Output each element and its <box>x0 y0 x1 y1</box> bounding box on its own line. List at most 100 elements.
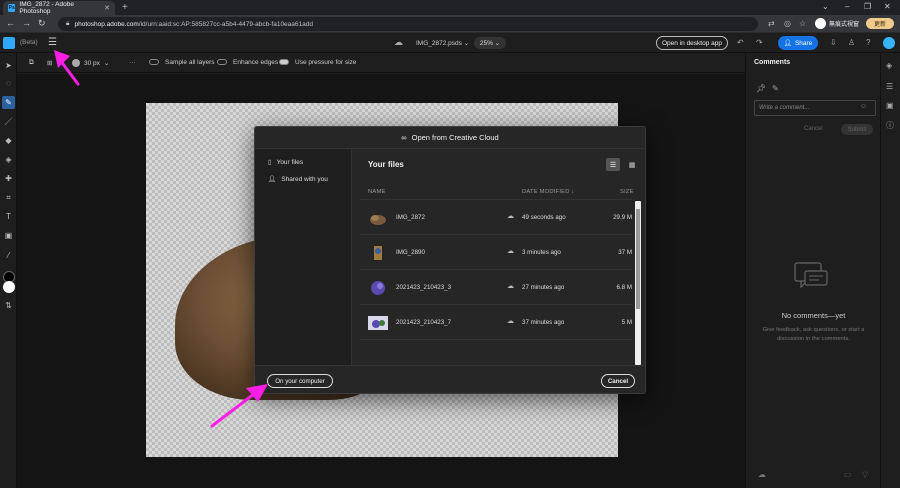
document-name[interactable]: IMG_2872.psds ⌄ <box>416 39 469 47</box>
comment-cancel-button[interactable]: Cancel <box>804 126 823 132</box>
nav-your-files[interactable]: ▯ Your files <box>268 158 303 167</box>
comments-title: Comments <box>754 59 791 66</box>
url-path: /id/urn:aaid:sc:AP:585827cc-a5b4-4479-ab… <box>138 20 313 28</box>
pencil-icon[interactable]: ✎ <box>772 84 779 93</box>
cloud-synced-icon: ☁ <box>507 213 514 220</box>
dialog-cancel-button[interactable]: Cancel <box>601 374 635 388</box>
cloud-icon: ☁ <box>394 37 403 47</box>
comment-input[interactable]: Write a comment... <box>754 100 876 116</box>
download-icon[interactable]: ⇩ <box>830 38 837 47</box>
properties-panel-icon[interactable]: ☰ <box>886 82 893 91</box>
tool-options-bar: ⧉ ⊞ 30 px ⌄ ··· Sample all layers Enhanc… <box>17 53 745 73</box>
enhance-edges-label: Enhance edges <box>233 59 279 66</box>
tab-title: IMG_2872 - Adobe Photoshop <box>19 1 74 15</box>
comments-empty-icon <box>794 262 828 289</box>
cloud-synced-icon: ☁ <box>507 283 514 290</box>
cloud-status-icon: ☁ <box>758 470 766 479</box>
cloud-synced-icon: ☁ <box>507 248 514 255</box>
layers-panel-icon[interactable]: ◈ <box>886 61 892 70</box>
column-date-modified[interactable]: DATE MODIFIED ↓ <box>522 189 575 195</box>
move-tool-icon[interactable]: ➤ <box>2 59 15 72</box>
forward-icon[interactable]: → <box>22 18 31 28</box>
right-rail: ◈ ☰ ▣ ⓘ <box>880 53 900 488</box>
pin-icon[interactable]: 📌︎ <box>756 84 766 93</box>
eye-off-icon[interactable]: ◎ <box>784 19 791 28</box>
swap-colors-icon[interactable]: ⇅ <box>2 299 15 312</box>
close-window-icon[interactable]: ✕ <box>884 2 891 11</box>
file-list-scrollbar[interactable] <box>635 201 641 365</box>
open-in-desktop-button[interactable]: Open in desktop app <box>656 36 728 50</box>
translate-icon[interactable]: ⇄ <box>768 19 775 28</box>
incognito-avatar-icon <box>815 18 826 29</box>
file-row[interactable]: 2021423_210423_7 ☁ 37 minutes ago 5 M <box>360 304 632 339</box>
brush-dot-icon <box>72 59 80 67</box>
more-icon[interactable]: ··· <box>129 59 136 66</box>
fill-tool-icon[interactable]: ◈ <box>2 153 15 166</box>
layers-icon[interactable]: ⧉ <box>29 59 34 67</box>
sample-all-layers-toggle[interactable] <box>149 59 159 65</box>
photoshop-favicon-icon: Ps <box>8 4 16 12</box>
redo-icon[interactable]: ↷ <box>756 38 763 47</box>
hamburger-menu-icon[interactable]: ☰ <box>48 37 57 48</box>
new-tab-icon[interactable]: + <box>122 2 128 13</box>
on-your-computer-button[interactable]: On your computer <box>267 374 333 388</box>
brush-tool-icon[interactable]: ／ <box>2 115 15 128</box>
mode-icon[interactable]: ⊞ <box>47 59 52 67</box>
dialog-nav: ▯ Your files 👤︎ Shared with you <box>255 149 352 365</box>
quick-selection-tool-icon[interactable]: ✎ <box>2 96 15 109</box>
shared-user-icon: 👤︎ <box>268 176 277 183</box>
file-row[interactable]: 2021423_210423_3 ☁ 27 minutes ago 6.8 M <box>360 269 632 304</box>
emoji-icon[interactable]: ☺ <box>860 103 867 110</box>
bookmark-star-icon[interactable]: ☆ <box>799 19 806 28</box>
beta-label: (Beta) <box>20 39 38 46</box>
nav-shared-with-you[interactable]: 👤︎ Shared with you <box>268 175 328 184</box>
creative-cloud-icon: ∞ <box>401 133 407 142</box>
comment-submit-button[interactable]: Submit <box>841 124 873 135</box>
lasso-tool-icon[interactable]: ◌ <box>2 77 15 90</box>
comments-panel-icon[interactable]: ▣ <box>886 101 894 110</box>
info-panel-icon[interactable]: ⓘ <box>886 120 894 131</box>
reload-icon[interactable]: ↻ <box>38 18 46 29</box>
dialog-header: ∞ Open from Creative Cloud <box>255 127 645 149</box>
column-name[interactable]: NAME <box>368 189 386 195</box>
back-icon[interactable]: ← <box>6 18 15 28</box>
share-button[interactable]: 👤︎ Share <box>778 36 818 50</box>
lock-icon: 🔒︎ <box>66 20 70 27</box>
minimize-icon[interactable]: – <box>845 2 849 11</box>
grid-view-icon[interactable]: ▦ <box>625 158 639 171</box>
enhance-edges-toggle[interactable] <box>217 59 227 65</box>
scrollbar-thumb[interactable] <box>636 209 640 309</box>
column-size[interactable]: SIZE <box>620 189 634 195</box>
sample-all-layers-label: Sample all layers <box>165 59 215 66</box>
open-from-cc-dialog: ∞ Open from Creative Cloud ▯ Your files … <box>254 126 646 394</box>
list-view-icon[interactable]: ☰ <box>606 158 620 171</box>
mic-icon[interactable]: ♙ <box>848 38 855 47</box>
update-button[interactable]: 更新 <box>866 18 894 29</box>
undo-icon[interactable]: ↶ <box>737 38 744 47</box>
filter-icon[interactable]: ▽ <box>862 470 868 479</box>
eraser-tool-icon[interactable]: ◆ <box>2 134 15 147</box>
profile-button[interactable]: 無痕式視窗 <box>815 18 859 29</box>
restore-icon[interactable]: ❐ <box>864 2 871 11</box>
file-row[interactable]: IMG_2890 ☁ 3 minutes ago 37 M <box>360 234 632 269</box>
empty-comments-title: No comments—yet <box>781 311 846 320</box>
crop-tool-icon[interactable]: ⌗ <box>2 191 15 204</box>
use-pressure-toggle[interactable] <box>279 59 289 65</box>
image-tool-icon[interactable]: ▣ <box>2 229 15 242</box>
zoom-dropdown[interactable]: 25% ⌄ <box>474 37 506 49</box>
type-tool-icon[interactable]: T <box>2 210 15 223</box>
brush-size-dropdown[interactable]: 30 px ⌄ <box>70 57 115 69</box>
file-row[interactable]: IMG_2872 ☁ 49 seconds ago 29.9 M <box>360 199 632 234</box>
background-color-swatch[interactable] <box>3 281 15 293</box>
eyedropper-tool-icon[interactable]: ⁄ <box>2 249 15 262</box>
left-toolbar: ➤ ◌ ✎ ／ ◆ ◈ ✚ ⌗ T ▣ ⁄ ⇅ <box>0 53 17 488</box>
comment-filter-icon[interactable]: ▭ <box>844 470 852 479</box>
url-field[interactable]: 🔒︎ photoshop.adobe.com/id/urn:aaid:sc:AP… <box>58 17 758 31</box>
close-tab-icon[interactable]: ✕ <box>104 4 110 12</box>
browser-tab[interactable]: Ps IMG_2872 - Adobe Photoshop ✕ <box>3 1 115 15</box>
user-avatar[interactable] <box>883 37 895 49</box>
help-icon[interactable]: ? <box>866 38 870 47</box>
comments-panel: Comments 📌︎ ✎ Write a comment... ☺ Cance… <box>745 53 880 488</box>
tab-search-icon[interactable]: ⌄ <box>822 2 829 11</box>
healing-tool-icon[interactable]: ✚ <box>2 172 15 185</box>
